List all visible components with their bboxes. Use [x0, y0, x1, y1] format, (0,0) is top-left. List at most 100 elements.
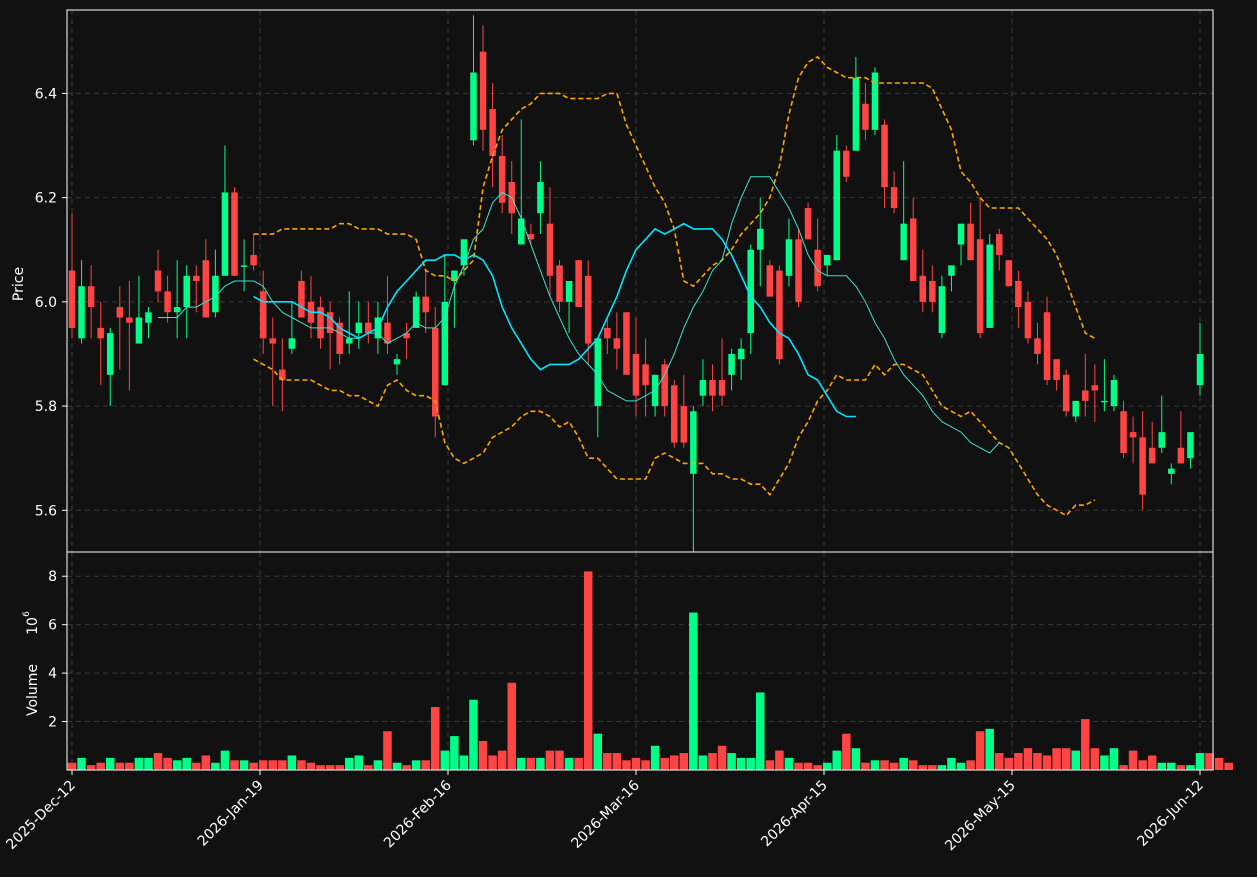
volume-bar [1195, 753, 1205, 770]
candle-body [881, 124, 888, 188]
volume-bar [756, 692, 765, 770]
volume-bar [928, 765, 937, 770]
volume-bar [975, 731, 985, 770]
volume-bar [1100, 755, 1109, 770]
volume-bar [239, 760, 249, 770]
volume-bar [937, 765, 947, 770]
candle-body [670, 385, 678, 443]
candle-body [785, 239, 793, 276]
volume-unit-base: 10 [25, 617, 41, 635]
volume-bar [631, 757, 641, 770]
volume-bar [689, 612, 698, 770]
candle-body [1101, 400, 1108, 403]
candle-body [996, 234, 1003, 255]
candle-body [259, 291, 267, 339]
volume-bar [497, 750, 507, 770]
candle-body [441, 301, 449, 386]
candle-body [1024, 301, 1032, 339]
volume-bar [1090, 748, 1100, 770]
candle-body [489, 109, 496, 156]
volume-bar [1224, 762, 1233, 770]
candle-body [202, 260, 210, 318]
candle-body [957, 223, 965, 245]
candle-body [604, 327, 611, 339]
volume-bar [373, 760, 383, 770]
candle-body [718, 380, 726, 396]
candle-body [795, 239, 802, 302]
volume-bar [287, 755, 297, 770]
candle-body [757, 228, 764, 250]
volume-bar [172, 760, 182, 770]
candle-body [106, 333, 114, 375]
volume-bar [641, 760, 650, 770]
price-tick-label: 6.0 [35, 295, 57, 311]
candle-body [909, 218, 917, 281]
candle-body [565, 281, 573, 302]
price-axis-label: Price [11, 267, 27, 301]
candle-body [1196, 353, 1204, 386]
volume-bar [908, 760, 918, 770]
candle-body [804, 208, 812, 240]
candle-body [852, 77, 860, 151]
candle-body [575, 260, 582, 308]
volume-bar [77, 757, 86, 770]
volume-bar [660, 757, 669, 770]
volume-bar [985, 728, 994, 770]
chart-background [0, 0, 1257, 873]
volume-bar [1014, 753, 1023, 770]
volume-bar [1119, 765, 1128, 770]
volume-bar [861, 762, 870, 770]
candle-body [737, 348, 745, 360]
candle-body [183, 275, 190, 308]
candle-body [1082, 390, 1089, 401]
price-tick-label: 5.6 [35, 503, 57, 519]
candle-body [126, 317, 133, 323]
candle-body [250, 254, 257, 266]
volume-bar [1138, 760, 1147, 770]
volume-bar [947, 757, 956, 770]
candle-body [193, 275, 200, 281]
volume-bar [153, 753, 163, 770]
volume-bar [163, 757, 172, 770]
candle-body [814, 249, 821, 287]
volume-bar [201, 755, 211, 770]
candle-body [728, 353, 735, 375]
volume-bar [1128, 750, 1138, 770]
volume-unit-exponent: 6 [22, 611, 32, 617]
volume-bar [1167, 762, 1176, 770]
volume-bar [889, 762, 899, 770]
candle-body [470, 72, 477, 141]
volume-bar [822, 762, 832, 770]
candle-body [823, 254, 831, 266]
candle-body [1187, 432, 1194, 459]
candle-body [269, 338, 276, 344]
candle-body [690, 411, 697, 474]
volume-bar [650, 745, 660, 770]
volume-bar [622, 760, 631, 770]
candle-body [288, 338, 296, 349]
candle-body [97, 327, 104, 339]
volume-bar [1081, 719, 1090, 770]
volume-bar [995, 753, 1004, 770]
candle-body [135, 317, 143, 344]
volume-bar [278, 760, 287, 770]
volume-bar [192, 762, 201, 770]
candle-body [221, 192, 229, 276]
volume-bar [727, 753, 736, 770]
candle-body [1139, 437, 1146, 495]
candle-body [890, 187, 898, 209]
volume-axis-label: Volume [25, 664, 41, 716]
candle-body [518, 218, 525, 245]
candle-body [1148, 447, 1156, 464]
candle-body [699, 380, 707, 396]
candle-body [1110, 380, 1118, 407]
volume-bar [593, 733, 603, 770]
candle-body [1177, 447, 1185, 464]
volume-bar [1023, 748, 1033, 770]
candle-body [1120, 411, 1127, 453]
candle-body [145, 312, 152, 323]
candle-body [298, 281, 305, 318]
candle-body [938, 286, 946, 334]
volume-bar [431, 707, 440, 770]
candle-body [1062, 374, 1070, 412]
